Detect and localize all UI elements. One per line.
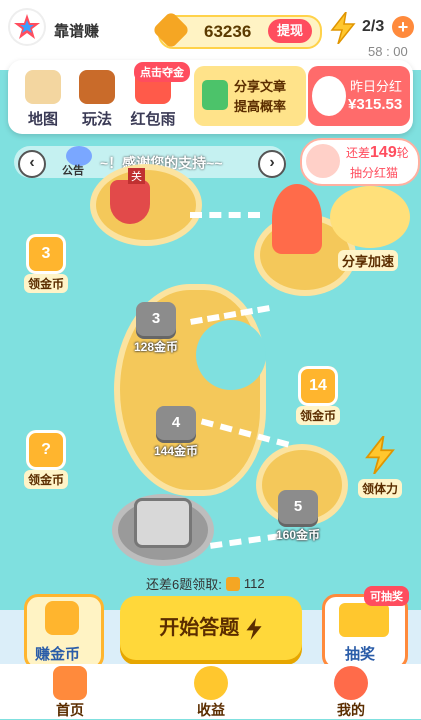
reward-badge[interactable]: ? 领金币: [24, 430, 69, 489]
earn-coins-button[interactable]: 赚金币: [24, 594, 104, 670]
reward-value: ?: [26, 430, 66, 470]
lottery-badge: 可抽奖: [364, 586, 409, 606]
remaining-text: 还差6题领取:: [146, 577, 222, 592]
reward-badge[interactable]: 14 领金币: [296, 366, 341, 425]
remaining-progress: 还差6题领取: 112: [146, 574, 265, 593]
level-node[interactable]: 5 160金币: [268, 490, 328, 543]
nav-mine[interactable]: 我的: [316, 666, 386, 720]
start-label: 开始答题: [159, 617, 240, 639]
share-title: 分享文章: [234, 79, 287, 94]
start-quiz-button[interactable]: 开始答题: [120, 596, 302, 660]
chart-up-icon: [202, 80, 228, 110]
reward-label: 领金币: [24, 470, 69, 489]
coin-stack-icon: [45, 601, 79, 635]
level-node[interactable]: 4 144金币: [146, 406, 206, 459]
lucky-cat-icon: [312, 76, 346, 116]
add-energy-button[interactable]: +: [392, 16, 414, 38]
bottom-nav: 首页 收益 我的: [0, 664, 421, 719]
map-label: 地图: [27, 111, 58, 128]
withdraw-button[interactable]: 提现: [268, 19, 312, 43]
level-coins: 144金币: [153, 444, 199, 458]
lucky-cat-count: 149: [370, 144, 397, 161]
dividend-amount: ¥315.53: [348, 96, 403, 113]
profile-cat-icon: [334, 666, 368, 700]
share-subtitle: 提高概率: [234, 99, 287, 114]
coin-icon: [151, 10, 191, 50]
lucky-cat-prefix: 还差: [346, 146, 371, 160]
lucky-cat-small-icon: [306, 144, 340, 178]
nav-earnings-label: 收益: [197, 702, 225, 718]
avatar-cat-icon: [272, 184, 322, 254]
app-name: 靠谱赚: [54, 23, 100, 40]
share-speed-label[interactable]: 分享加速: [338, 250, 399, 271]
map-button[interactable]: 地图: [16, 70, 70, 129]
next-arrow-icon[interactable]: ›: [258, 150, 286, 178]
app-logo: [8, 8, 46, 46]
nav-home[interactable]: 首页: [35, 666, 105, 720]
lighthouse-icon: [110, 180, 150, 224]
map-icon: [25, 70, 61, 104]
energy-count: 2/3: [362, 18, 385, 35]
reward-value: 14: [298, 366, 338, 406]
announcement-badge: 公告: [62, 146, 98, 178]
share-article-card[interactable]: 分享文章 提高概率: [194, 66, 306, 126]
rules-button[interactable]: 玩法: [70, 70, 124, 129]
announcement-label: 公告: [62, 165, 84, 177]
reward-value: 3: [26, 234, 66, 274]
path-segment: [190, 212, 260, 218]
nav-mine-label: 我的: [337, 702, 365, 718]
lucky-cat-progress[interactable]: 还差149轮 抽分红猫: [300, 138, 420, 186]
lightning-icon: [365, 435, 395, 475]
lightning-icon: [330, 12, 356, 44]
rules-label: 玩法: [81, 111, 112, 128]
reward-badge[interactable]: 3 领金币: [24, 234, 69, 293]
home-icon: [53, 666, 87, 700]
notice-text: ~！感谢您的支持~~: [100, 155, 223, 171]
slot-machine-icon: [339, 603, 389, 637]
reward-label: 领金币: [24, 274, 69, 293]
lightning-icon: [246, 617, 262, 640]
lucky-cat-unit: 轮: [396, 146, 409, 160]
remaining-coins: 112: [243, 576, 265, 591]
star-logo-icon: [14, 14, 40, 39]
lagoon: [196, 320, 266, 390]
level-number: 5: [278, 490, 318, 524]
treasure-chest-icon[interactable]: [134, 498, 192, 548]
dividend-card[interactable]: 昨日分红 ¥315.53: [308, 66, 410, 126]
coin-balance-pill: 63236 提现: [151, 10, 322, 50]
level-node[interactable]: 3 128金币: [126, 302, 186, 355]
coin-icon: [225, 576, 240, 591]
prev-arrow-icon[interactable]: ‹: [18, 150, 46, 178]
dividend-title: 昨日分红: [350, 79, 403, 94]
rules-book-icon: [79, 70, 115, 104]
redpacket-tooltip: 点击夺金: [134, 62, 190, 82]
reward-label: 领金币: [296, 406, 341, 425]
yuan-coin-icon: [194, 666, 228, 700]
level-number: 4: [156, 406, 196, 440]
nav-home-label: 首页: [56, 702, 84, 718]
stamina-reward[interactable]: 领体力: [358, 435, 403, 498]
nav-earnings[interactable]: 收益: [176, 666, 246, 720]
level-number: 3: [136, 302, 176, 336]
lucky-cat-mascot: [330, 186, 410, 248]
earn-label: 赚金币: [35, 646, 81, 663]
level-coins: 160金币: [275, 528, 321, 542]
level-coins: 128金币: [133, 340, 179, 354]
redpacket-label: 红包雨: [130, 111, 176, 128]
toolbar-card: 地图 玩法 红包雨 点击夺金 分享文章 提高概率 昨日分红 ¥315.53: [8, 60, 413, 134]
energy-timer: 58 : 00: [368, 44, 408, 59]
lucky-cat-subtext: 抽分红猫: [350, 166, 399, 180]
coin-amount: 63236: [204, 22, 252, 41]
stamina-label: 领体力: [358, 479, 403, 498]
lottery-label: 抽奖: [345, 646, 376, 663]
level-stamp: 关: [128, 168, 145, 184]
